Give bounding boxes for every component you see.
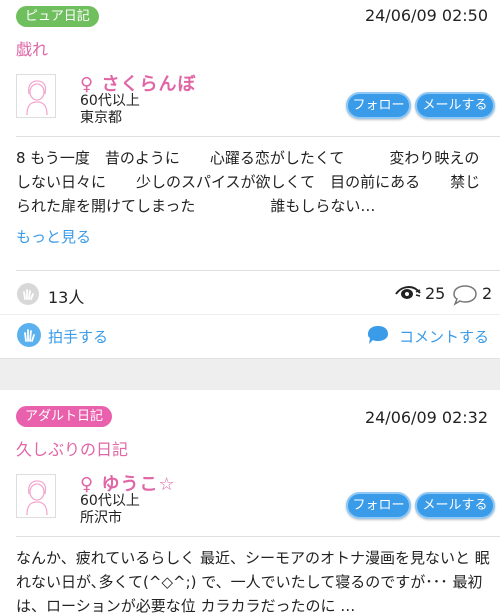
mail-button[interactable]: メールする [415,492,495,519]
clap-hand-icon [16,322,42,352]
post-title[interactable]: 戯れ [16,36,48,60]
view-count: 25 [425,284,446,303]
post-datetime: 24/06/09 02:50 [364,6,488,25]
clap-count-icon [16,282,40,310]
female-avatar-icon [26,80,48,116]
category-badge: アダルト日記 [16,406,113,427]
user-location: 所沢市 [80,510,122,526]
clap-label: 拍手する [48,328,109,346]
divider [16,536,500,537]
post-body: 8 もう一度 昔のように 心躍る恋がしたくて 変わり映えのしない日々に 少しのス… [16,149,481,215]
comment-label: コメントする [399,328,490,346]
comment-count-icon [452,284,478,310]
post-datetime: 24/06/09 02:32 [364,408,488,427]
divider [0,314,500,315]
divider [16,270,500,271]
divider [16,136,500,137]
comment-button[interactable]: コメントする [366,321,496,349]
post-body: なんか、疲れているらしく 最近、シーモアのオトナ漫画を見ないと 眠れない日が､多… [16,549,490,613]
follow-button[interactable]: フォロー [346,92,411,119]
clap-button[interactable]: 拍手する [16,321,136,349]
avatar[interactable] [16,474,56,518]
speech-bubble-icon [366,324,390,350]
category-badge: ピュア日記 [16,6,99,27]
read-more-link[interactable]: もっと見る [16,226,91,247]
diary-card-1: ピュア日記 24/06/09 02:50 戯れ ♀ さくらんぼ 60代以上 東京… [0,0,500,358]
comment-count: 2 [482,284,493,303]
mail-button[interactable]: メールする [415,92,495,119]
follow-button[interactable]: フォロー [346,492,411,519]
eye-icon [395,285,421,306]
clap-count: 13人 [48,288,85,307]
diary-card-2: アダルト日記 24/06/09 02:32 久しぶりの日記 ♀ ゆうこ☆ 60代… [0,390,500,613]
user-age: 60代以上 [80,493,140,509]
user-age: 60代以上 [80,93,140,109]
card-separator [0,358,500,390]
post-title[interactable]: 久しぶりの日記 [16,436,128,460]
female-avatar-icon [26,480,48,516]
user-location: 東京都 [80,110,122,126]
avatar[interactable] [16,74,56,118]
